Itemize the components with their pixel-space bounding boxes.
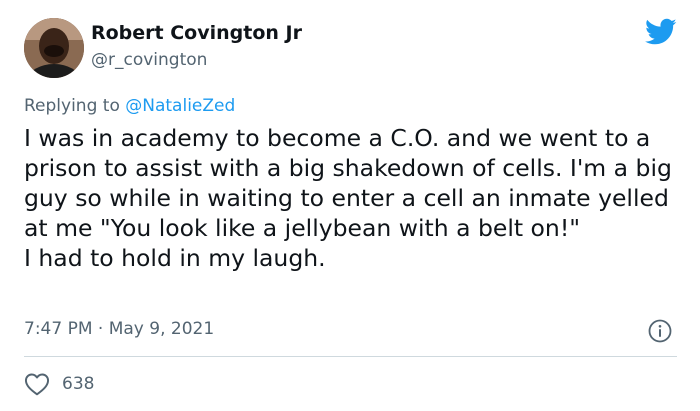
- author-display-name[interactable]: Robert Covington Jr: [91, 22, 302, 44]
- avatar[interactable]: [24, 18, 84, 78]
- reply-mention-link[interactable]: @NatalieZed: [125, 96, 235, 116]
- twitter-bird-icon[interactable]: [645, 18, 677, 46]
- divider: [24, 356, 677, 357]
- author-handle[interactable]: @r_covington: [91, 50, 207, 70]
- tweet-timestamp[interactable]: 7:47 PM · May 9, 2021: [24, 319, 214, 339]
- like-count: 638: [62, 374, 95, 394]
- replying-to-label: Replying to: [24, 96, 126, 116]
- avatar-photo: [24, 18, 84, 78]
- info-icon[interactable]: [648, 319, 672, 343]
- like-button[interactable]: 638: [24, 372, 94, 396]
- heart-icon: [24, 373, 50, 396]
- tweet-text: I was in academy to become a C.O. and we…: [24, 124, 672, 272]
- replying-to: Replying to @NatalieZed: [24, 96, 235, 116]
